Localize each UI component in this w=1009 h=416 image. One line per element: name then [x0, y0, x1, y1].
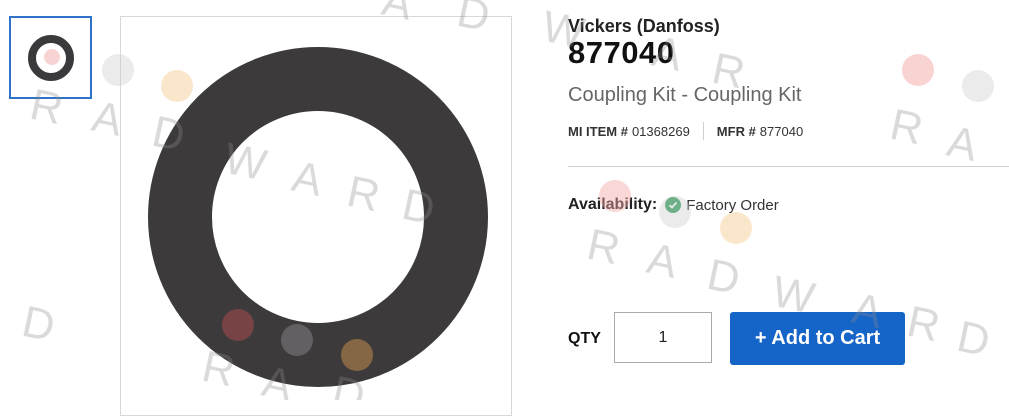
product-part-number: 877040 — [568, 35, 675, 70]
svg-text:R: R — [886, 100, 927, 155]
mi-item-value: 01368269 — [631, 123, 690, 139]
svg-text:A: A — [643, 234, 683, 288]
mfr-label: MFR # — [716, 123, 756, 139]
quantity-input[interactable] — [614, 312, 712, 363]
svg-text:D: D — [18, 297, 59, 352]
product-thumbnail[interactable] — [9, 16, 92, 99]
availability-row: Availability: Factory Order — [568, 196, 779, 214]
product-main-image — [120, 16, 512, 416]
section-divider — [568, 166, 1009, 167]
svg-text:A: A — [943, 117, 983, 171]
product-brand: Vickers (Danfoss) — [568, 16, 720, 36]
add-to-cart-button[interactable]: + Add to Cart — [730, 312, 905, 365]
availability-label: Availability: — [568, 196, 658, 213]
product-identifiers: MI ITEM # 01368269 MFR # 877040 — [568, 122, 803, 140]
identifier-divider — [702, 122, 704, 140]
washer-image — [148, 47, 488, 387]
availability-status: Factory Order — [686, 196, 779, 214]
svg-text:D: D — [703, 250, 744, 305]
product-description: Coupling Kit - Coupling Kit — [568, 84, 802, 106]
svg-text:D: D — [953, 312, 994, 367]
check-circle-icon — [665, 197, 682, 213]
qty-label: QTY — [568, 330, 601, 347]
svg-text:R: R — [903, 297, 944, 352]
mi-item-label: MI ITEM # — [568, 123, 628, 139]
washer-thumbnail-image — [27, 34, 74, 81]
mfr-value: 877040 — [759, 123, 804, 139]
svg-text:R: R — [583, 220, 624, 275]
